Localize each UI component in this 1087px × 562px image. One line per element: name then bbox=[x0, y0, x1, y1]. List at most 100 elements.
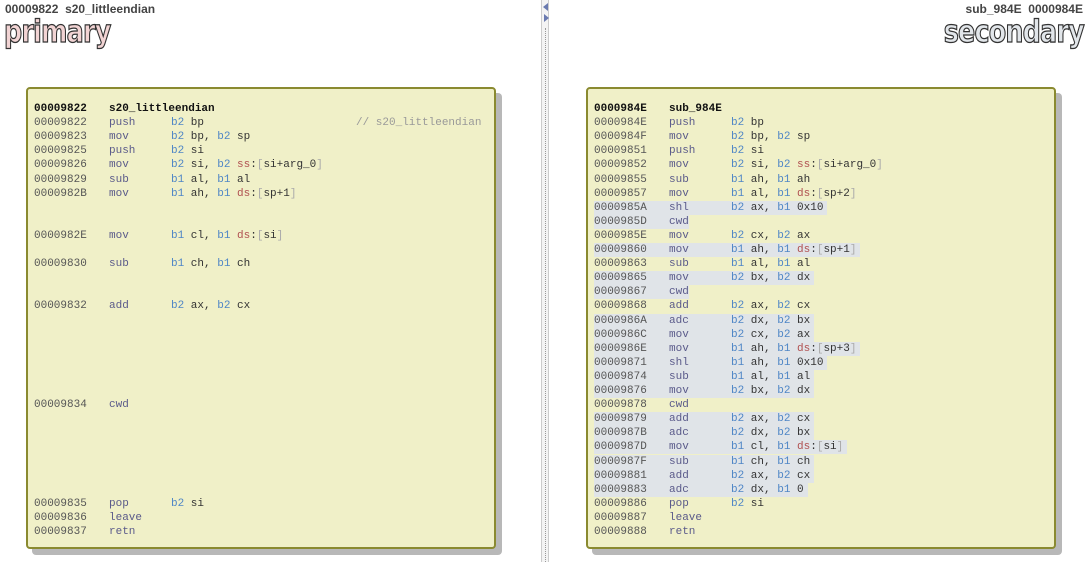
instruction-operands: b1 ah, b1 ah bbox=[731, 173, 811, 186]
instruction-row[interactable]: 00009883 adc b2 dx, b1 0 bbox=[594, 482, 808, 497]
instruction-row[interactable]: 0000982B mov b1 ah, b1 ds:[sp+1] bbox=[34, 187, 300, 201]
instruction-operands: b1 cl, b1 ds:[si] bbox=[171, 229, 284, 242]
instruction-address: 00009825 bbox=[34, 145, 87, 158]
instruction-row[interactable]: 00009851 push b2 si bbox=[594, 144, 768, 158]
instruction-operands: b1 al, b1 al bbox=[171, 173, 251, 186]
secondary-basic-block[interactable]: 0000984E sub_984E 0000984E push b2 bp 0000984… bbox=[586, 87, 1056, 549]
instruction-row[interactable]: 00009836 leave bbox=[34, 511, 142, 525]
header-function-name: sub_984E bbox=[669, 103, 722, 115]
instruction-comment: // s20_littleendian bbox=[356, 117, 482, 130]
instruction-row[interactable]: 0000984F mov b2 bp, b2 sp bbox=[594, 130, 814, 144]
size-prefix: b1 bbox=[731, 173, 745, 186]
instruction-row[interactable]: 00009835 pop b2 si bbox=[34, 497, 208, 511]
instruction-mnemonic: cwd bbox=[669, 286, 689, 299]
size-prefix: b1 bbox=[171, 187, 185, 200]
instruction-row[interactable]: 00009826 mov b2 si, b2 ss:[si+arg_0] bbox=[34, 158, 327, 172]
instruction-row[interactable]: 00009879 add b2 ax, b2 cx bbox=[594, 412, 815, 427]
instruction-operands: b1 al, b1 al bbox=[731, 258, 811, 271]
instruction-address: 0000986C bbox=[594, 328, 647, 341]
instruction-row[interactable]: 0000984E push b2 bp bbox=[594, 116, 768, 130]
bracket: ] bbox=[849, 244, 857, 256]
instruction-row[interactable]: 0000985E mov b2 cx, b2 ax bbox=[594, 229, 814, 243]
size-prefix: b2 bbox=[217, 300, 231, 313]
instruction-operands: b2 bp, b2 sp bbox=[731, 131, 811, 144]
instruction-row[interactable]: 0000986E mov b1 ah, b1 ds:[sp+3] bbox=[594, 341, 861, 356]
secondary-pane: sub_984E 0000984E secondary 0000984E sub_… bbox=[549, 0, 1087, 562]
instruction-row[interactable]: 0000987B adc b2 dx, b2 bx bbox=[594, 426, 815, 441]
size-prefix: b2 bbox=[731, 385, 745, 397]
instruction-operands: b2 bp bbox=[731, 117, 765, 130]
size-prefix: b2 bbox=[731, 328, 745, 341]
block-header: 00009822 s20_littleendian bbox=[34, 102, 215, 116]
instruction-row[interactable]: 00009887 leave bbox=[594, 511, 702, 525]
size-prefix: b1 bbox=[731, 244, 745, 256]
instruction-row[interactable]: 00009865 mov b2 bx, b2 dx bbox=[594, 271, 815, 286]
instruction-row[interactable]: 00009855 sub b1 ah, b1 ah bbox=[594, 173, 814, 187]
bracket: [ bbox=[256, 187, 264, 200]
instruction-row[interactable]: 00009830 sub b1 ch, b1 ch bbox=[34, 257, 254, 271]
size-prefix: b1 bbox=[731, 455, 745, 468]
instruction-mnemonic: sub bbox=[109, 173, 129, 186]
instruction-row[interactable]: 00009874 sub b1 al, b1 al bbox=[594, 369, 815, 384]
instruction-row[interactable]: 0000986A adc b2 dx, b2 bx bbox=[594, 313, 815, 328]
instruction-row[interactable]: 00009857 mov b1 al, b1 ds:[sp+2] bbox=[594, 187, 860, 201]
size-prefix: b2 bbox=[777, 159, 791, 172]
instruction-address: 00009855 bbox=[594, 173, 647, 186]
arrow-left-icon[interactable] bbox=[543, 3, 548, 11]
instruction-row[interactable]: 0000986C mov b2 cx, b2 ax bbox=[594, 327, 815, 342]
instruction-row[interactable]: 0000982E mov b1 cl, b1 ds:[si] bbox=[34, 229, 287, 243]
segment-register: ds bbox=[797, 187, 811, 200]
splitter-grip[interactable] bbox=[545, 28, 547, 562]
instruction-row[interactable]: 00009886 pop b2 si bbox=[594, 497, 768, 511]
size-prefix: b1 bbox=[217, 173, 231, 186]
instruction-operands: b2 si, b2 ss:[si+arg_0] bbox=[171, 159, 323, 172]
instruction-address: 00009865 bbox=[594, 272, 647, 285]
instruction-mnemonic: sub bbox=[109, 258, 129, 271]
instruction-row[interactable]: 0000985A shl b2 ax, b1 0x10 bbox=[594, 200, 828, 215]
instruction-row[interactable]: 00009881 add b2 ax, b2 cx bbox=[594, 468, 815, 483]
instruction-row[interactable]: 00009878 cwd bbox=[594, 398, 689, 412]
instruction-row[interactable]: 00009834 cwd bbox=[34, 398, 129, 412]
instruction-address: 00009888 bbox=[594, 526, 647, 538]
instruction-address: 0000986E bbox=[594, 342, 647, 355]
instruction-operands: b2 bx, b2 dx bbox=[731, 272, 811, 285]
primary-basic-block[interactable]: 00009822 s20_littleendian 00009822 push b2 b… bbox=[26, 87, 496, 549]
instruction-row[interactable]: 0000987D mov b1 cl, b1 ds:[si] bbox=[594, 440, 848, 455]
instruction-operands: b2 si, b2 ss:[si+arg_0] bbox=[731, 159, 883, 172]
instruction-mnemonic: push bbox=[109, 117, 136, 130]
instruction-row[interactable]: 00009829 sub b1 al, b1 al bbox=[34, 173, 254, 187]
instruction-row[interactable]: 00009888 retn bbox=[594, 525, 695, 539]
instruction-operands: b2 bp, b2 sp bbox=[171, 131, 251, 144]
instruction-row[interactable]: 00009868 add b2 ax, b2 cx bbox=[594, 299, 814, 313]
size-prefix: b2 bbox=[171, 117, 185, 130]
instruction-row[interactable]: 00009863 sub b1 al, b1 al bbox=[594, 257, 814, 271]
instruction-row[interactable]: 00009825 push b2 si bbox=[34, 144, 208, 158]
size-prefix: b2 bbox=[731, 145, 745, 158]
instruction-mnemonic: shl bbox=[669, 356, 689, 369]
instruction-address: 00009867 bbox=[594, 286, 647, 299]
instruction-row[interactable]: 0000987F sub b1 ch, b1 ch bbox=[594, 454, 815, 469]
size-prefix: b2 bbox=[731, 201, 745, 214]
pane-splitter[interactable] bbox=[541, 0, 549, 562]
instruction-row[interactable]: 00009823 mov b2 bp, b2 sp bbox=[34, 130, 254, 144]
instruction-address: 00009879 bbox=[594, 413, 647, 426]
size-prefix: b1 bbox=[171, 258, 185, 271]
instruction-mnemonic: leave bbox=[669, 511, 703, 524]
instruction-address: 00009887 bbox=[594, 511, 647, 524]
size-prefix: b2 bbox=[171, 159, 185, 172]
instruction-operands: b2 ax, b2 cx bbox=[731, 413, 811, 426]
instruction-row[interactable]: 00009871 shl b1 ah, b1 0x10 bbox=[594, 355, 828, 370]
instruction-operands: b1 ch, b1 ch bbox=[731, 455, 811, 468]
instruction-row[interactable]: 00009832 add b2 ax, b2 cx bbox=[34, 299, 254, 313]
instruction-row[interactable]: 00009860 mov b1 ah, b1 ds:[sp+1] bbox=[594, 243, 861, 257]
instruction-row[interactable]: 00009822 push b2 bp // s20_littleendian bbox=[34, 116, 481, 130]
size-prefix: b1 bbox=[731, 187, 745, 200]
instruction-address: 0000984E bbox=[594, 117, 647, 130]
instruction-row[interactable]: 00009867 cwd bbox=[594, 285, 689, 300]
instruction-row[interactable]: 00009837 retn bbox=[34, 525, 135, 539]
size-prefix: b2 bbox=[731, 427, 745, 440]
instruction-row[interactable]: 00009852 mov b2 si, b2 ss:[si+arg_0] bbox=[594, 158, 887, 172]
instruction-mnemonic: mov bbox=[669, 131, 689, 144]
instruction-row[interactable]: 00009876 mov b2 bx, b2 dx bbox=[594, 384, 815, 398]
instruction-row[interactable]: 0000985D cwd bbox=[594, 214, 689, 229]
